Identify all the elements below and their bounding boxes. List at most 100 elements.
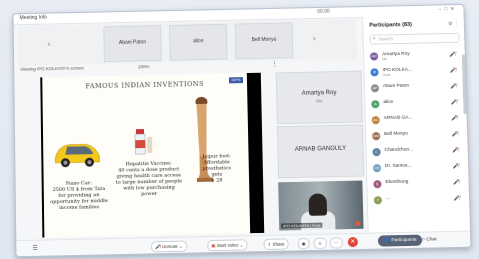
participant-role: Host	[382, 73, 391, 78]
panel-title: Participants (83)	[369, 21, 413, 29]
participant-row[interactable]: BM Bell Monyu 🎤̸	[370, 128, 464, 143]
people-icon: 👤	[383, 238, 391, 244]
participant-name: alice	[383, 99, 394, 106]
avatar: A	[371, 100, 380, 109]
mic-muted-icon: 🎤̸	[451, 131, 459, 138]
reactions-button[interactable]: ☺	[313, 237, 327, 249]
share-button[interactable]: ⇪ Share	[263, 238, 289, 251]
tile-bell[interactable]: Bell Monyu	[234, 22, 294, 60]
tile-alice[interactable]: alice	[169, 23, 228, 61]
search-icon: ⌕	[372, 35, 376, 42]
avatar: C	[372, 148, 381, 157]
host-tag: IPO KOLKATA | Host	[281, 222, 323, 229]
participants-button[interactable]: 👤 Participants	[377, 234, 423, 247]
share-icon: ⇪	[267, 241, 272, 247]
participant-name: Dr. Santos...	[384, 163, 412, 170]
meeting-window: Meeting Info 00:00 –□✕ ‹ Abani Paton ali…	[12, 3, 472, 258]
avatar: DS	[372, 164, 382, 173]
participant-name: ARNAB GA...	[383, 115, 413, 122]
avatar: AG	[371, 116, 380, 125]
slide-logo: KIPS	[228, 77, 244, 84]
nano-car-image	[54, 143, 100, 167]
close-icon: ✕	[350, 239, 356, 246]
participant-row[interactable]: C Chandchun... 🎤̸	[370, 144, 464, 159]
start-video-label: Start video	[216, 242, 239, 248]
caption-jaipur: Jaipur foot: Affordable prosthetics gets…	[202, 153, 232, 184]
mic-muted-icon: 🎤̸	[451, 115, 458, 122]
slide-title: Famous Indian Inventions	[85, 79, 205, 91]
participant-row[interactable]: ?... 🎤̸	[372, 192, 467, 207]
mic-muted-icon: 🎤̸	[453, 195, 461, 202]
participant-row[interactable]: DS Dr. Santos... 🎤̸	[371, 160, 465, 175]
unmute-label: Unmute	[161, 243, 178, 250]
participants-panel: Participants (83) ⚙ ⋮ ⌕ Search AR Amartya…	[362, 14, 472, 233]
mic-muted-icon: 🎤̸	[453, 179, 460, 186]
participant-name: Abani Paton	[382, 83, 410, 90]
participants-label: Participants	[391, 237, 417, 244]
tile-name: Amartya Roy	[301, 90, 337, 97]
end-call-button[interactable]: ✕	[347, 236, 358, 248]
participant-role: Me	[382, 57, 388, 62]
tile-sub: Me	[316, 98, 323, 104]
window-title: Meeting Info	[19, 14, 48, 22]
participant-row[interactable]: Aalice 🎤̸	[369, 96, 463, 111]
chat-icon: ○	[422, 237, 426, 243]
mic-muted-icon: 🎤̸	[450, 99, 458, 106]
avatar: AP	[370, 84, 380, 93]
participant-name: Bell Monyu	[384, 131, 408, 138]
smile-icon: ☺	[317, 240, 323, 246]
zoom-select[interactable]: 100%	[138, 64, 150, 69]
mic-muted-icon: 🎤̸	[452, 147, 459, 154]
video-tile-arnab[interactable]: ARNAB GANGULY	[276, 124, 365, 179]
avatar: IK	[370, 68, 379, 77]
presentation-slide: Famous Indian Inventions KIPS Nano Car: …	[42, 73, 251, 238]
participant-row[interactable]: E Ekonthung 🎤̸	[371, 176, 466, 191]
mic-muted-icon: 🎤̸	[449, 67, 457, 74]
mic-muted-icon: 🎤̸	[449, 51, 456, 58]
mic-muted-icon: 🎤̸	[450, 83, 457, 90]
menu-icon[interactable]: ☰	[32, 245, 37, 252]
participant-name: Chandchun...	[384, 147, 414, 154]
strip-prev-icon[interactable]: ‹	[48, 39, 51, 48]
meeting-timer: 00:00	[317, 8, 330, 15]
unmute-button[interactable]: 🎤̸ Unmute ⌄	[150, 240, 187, 253]
start-video-button[interactable]: ▣ Start video ⌄	[207, 239, 248, 252]
video-tile-host[interactable]: IPO KOLKATA | Host	[278, 180, 364, 231]
caption-nano: Nano Car: 2500 US $ from Tata for provid…	[50, 180, 108, 212]
mic-muted-icon: 🎤̸	[452, 163, 460, 170]
person-head	[308, 193, 328, 216]
record-button[interactable]: ◉	[297, 237, 310, 250]
window-controls[interactable]: –□✕	[438, 6, 457, 12]
mic-off-icon: 🎤̸	[154, 244, 161, 250]
chat-button[interactable]: ○ Chat	[422, 234, 437, 245]
video-off-icon: ▣	[211, 242, 216, 249]
participant-row[interactable]: IK IPO KOLKA... Host 🎤̸	[368, 65, 462, 80]
view-options-icon[interactable]: ⋮	[271, 60, 277, 67]
record-icon: ◉	[301, 241, 306, 247]
viewing-label: Viewing IPO KOLKATA's screen	[20, 65, 84, 72]
chat-label: Chat	[426, 237, 437, 243]
share-label: Share	[272, 241, 285, 247]
participant-row[interactable]: AR Amartya Roy Me 🎤̸	[368, 49, 462, 64]
avatar: BM	[372, 132, 381, 141]
more-icon: ⋯	[333, 240, 339, 246]
participant-name: ...	[385, 196, 390, 202]
caption-vaccine: Hepatitis Vaccine: 40 cents a dose produ…	[115, 160, 183, 198]
tile-label: alice	[193, 38, 204, 45]
vaccine-vial-image	[134, 129, 153, 155]
search-placeholder: Search	[378, 36, 393, 42]
avatar: ?	[373, 196, 382, 205]
tile-name: ARNAB GANGULY	[294, 145, 347, 153]
video-tile-amartya[interactable]: Amartya Roy Me	[275, 70, 363, 125]
more-button[interactable]: ⋯	[329, 237, 343, 249]
participant-row[interactable]: AP Abani Paton 🎤̸	[369, 80, 463, 95]
tile-label: Bell Monyu	[251, 36, 277, 44]
panel-options-icon[interactable]: ⚙ ⋮	[448, 21, 459, 27]
avatar: AR	[370, 52, 379, 61]
tile-abani[interactable]: Abani Paton	[103, 25, 162, 63]
strip-next-icon[interactable]: ›	[313, 34, 316, 43]
participant-row[interactable]: AG ARNAB GA... 🎤̸	[370, 112, 464, 127]
participant-name: Ekonthung	[385, 179, 409, 186]
panel-scrollbar[interactable]	[461, 54, 467, 115]
participant-search-input[interactable]: ⌕ Search	[369, 32, 460, 45]
